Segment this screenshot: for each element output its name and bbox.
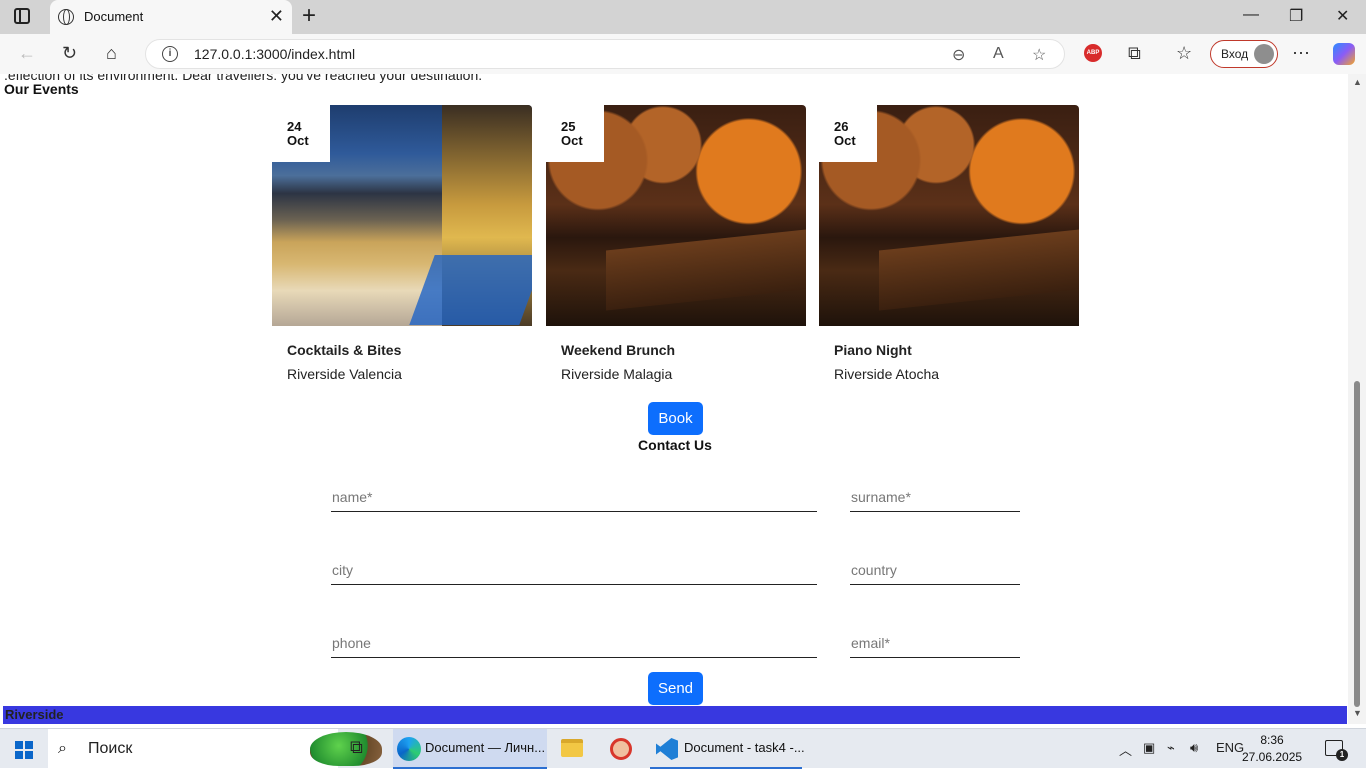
address-bar[interactable]: i 127.0.0.1:3000/index.html ⊖ A ☆ [145,39,1065,69]
file-explorer-icon[interactable] [561,739,583,757]
contact-heading: Contact Us [638,437,712,453]
event-title: Weekend Brunch [561,342,676,358]
surname-field[interactable] [850,474,1020,512]
scrollbar-thumb[interactable] [1354,381,1360,707]
edge-taskbar-item[interactable]: Document — Личн... [393,729,547,769]
event-location: Riverside Malagia [561,366,673,382]
event-card[interactable]: 24 Oct Cocktails & Bites Riverside Valen… [272,105,532,382]
book-button[interactable]: Book [648,402,703,435]
more-icon[interactable]: ⋯ [1292,43,1310,63]
country-field[interactable] [850,547,1020,585]
footer-brand: Riverside [5,707,64,722]
clock[interactable]: 8:36 27.06.2025 [1242,732,1302,766]
reload-icon[interactable]: ↻ [62,43,77,63]
phone-field[interactable] [331,620,817,658]
edge-icon [397,737,421,761]
search-icon: ⌕ [58,740,67,757]
clock-date: 27.06.2025 [1242,750,1303,764]
read-aloud-icon[interactable]: A [993,45,1004,63]
notifications-icon[interactable]: 1 [1325,740,1348,761]
login-label: Вход [1221,47,1249,61]
app-icon[interactable] [610,738,632,760]
event-location: Riverside Atocha [834,366,940,382]
notification-count: 1 [1336,749,1348,761]
event-title: Piano Night [834,342,912,358]
event-card[interactable]: 26 Oct Piano Night Riverside Atocha [819,105,1079,382]
event-title: Cocktails & Bites [287,342,402,358]
city-input[interactable] [331,547,817,584]
adblock-icon[interactable]: ABP [1084,44,1102,62]
close-window-icon[interactable]: ✕ [1336,6,1349,26]
event-month: Oct [561,133,583,148]
events-heading: Our Events [4,81,79,97]
event-month: Oct [287,133,309,148]
avatar [1254,44,1274,64]
scrollbar[interactable]: ▲ ▼ [1348,74,1366,724]
task-view-icon[interactable]: ⧉ [350,737,363,758]
tab-document[interactable]: Document ✕ [50,0,292,34]
taskbar: ⌕ Поиск ⧉ Document — Личн... Document - … [0,728,1366,769]
meet-now-icon[interactable]: ▣ [1143,740,1155,756]
page-viewport: .eflection of its environment. Dear trav… [0,74,1366,724]
surname-input[interactable] [850,474,1020,511]
start-icon[interactable] [15,741,33,759]
phone-input[interactable] [331,620,817,657]
maximize-icon[interactable]: ❐ [1289,6,1303,26]
event-date: 24 Oct [272,105,330,162]
event-date: 26 Oct [819,105,877,162]
vscode-icon [656,738,678,760]
chevron-up-icon[interactable]: ︿ [1119,740,1132,759]
search-placeholder: Поиск [88,740,133,757]
network-icon[interactable]: ⌁ [1167,740,1175,756]
event-date: 25 Oct [546,105,604,162]
tab-title: Document [84,9,144,24]
scroll-down-icon[interactable]: ▼ [1353,708,1362,718]
back-icon[interactable]: ← [18,43,36,63]
taskbar-search[interactable]: ⌕ Поиск [48,729,382,769]
tab-bar: Document ✕ + — ❐ ✕ [0,0,1366,34]
home-icon[interactable]: ⌂ [106,43,117,63]
favorites-icon[interactable]: ☆ [1176,43,1192,63]
event-card[interactable]: 25 Oct Weekend Brunch Riverside Malagia [546,105,806,382]
search-highlight-image [310,732,382,766]
vscode-taskbar-item[interactable]: Document - task4 -... [650,729,805,769]
copilot-icon[interactable] [1333,43,1355,65]
language-indicator[interactable]: ENG [1216,740,1244,755]
send-button[interactable]: Send [648,672,703,705]
scroll-up-icon[interactable]: ▲ [1353,77,1362,87]
login-button[interactable]: Вход [1210,40,1278,68]
name-input[interactable] [331,474,817,511]
event-day: 25 [561,119,576,134]
zoom-icon[interactable]: ⊖ [952,45,965,65]
close-tab-icon[interactable]: ✕ [269,6,284,26]
name-field[interactable] [331,474,817,512]
globe-icon [58,9,74,25]
favorite-star-icon[interactable]: ☆ [1032,45,1046,65]
country-input[interactable] [850,547,1020,584]
vscode-window-label: Document - task4 -... [684,740,805,755]
navigation-bar: ← ↻ ⌂ i 127.0.0.1:3000/index.html ⊖ A ☆ … [0,34,1366,74]
email-input[interactable] [850,620,1020,657]
new-tab-icon[interactable]: + [302,3,316,29]
volume-icon[interactable]: 🔊︎ [1190,740,1198,756]
clock-time: 8:36 [1260,733,1284,747]
event-location: Riverside Valencia [287,366,402,382]
event-month: Oct [834,133,856,148]
city-field[interactable] [331,547,817,585]
email-field[interactable] [850,620,1020,658]
minimize-icon[interactable]: — [1243,6,1259,24]
extensions-icon[interactable]: ⧉ [1128,43,1141,63]
footer: Riverside [3,706,1347,724]
url-text[interactable]: 127.0.0.1:3000/index.html [194,46,355,62]
edge-window-label: Document — Личн... [425,740,546,755]
event-day: 24 [287,119,302,134]
info-icon[interactable]: i [162,46,178,62]
event-day: 26 [834,119,849,134]
tab-actions-icon[interactable] [14,8,30,24]
